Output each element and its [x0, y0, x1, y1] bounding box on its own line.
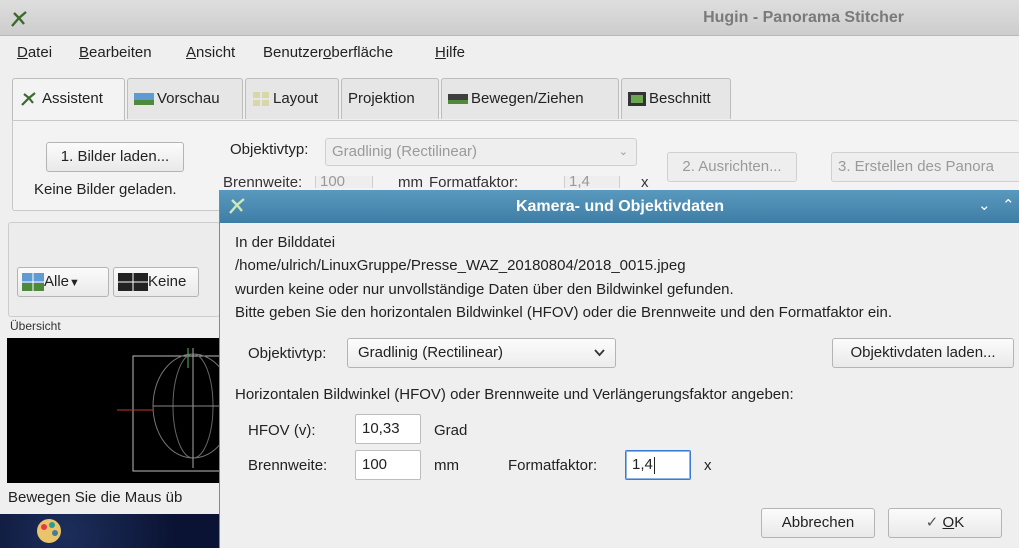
- move-drag-icon: [448, 94, 468, 105]
- tab-layout[interactable]: Layout: [245, 78, 339, 119]
- tab-beschnitt[interactable]: Beschnitt: [621, 78, 731, 119]
- menu-ansicht[interactable]: Ansicht: [186, 44, 235, 61]
- maximize-icon[interactable]: ⌃: [1002, 196, 1015, 214]
- overview-label: Übersicht: [10, 319, 61, 333]
- tab-label: Layout: [273, 90, 319, 107]
- overview-canvas[interactable]: [7, 338, 220, 483]
- lens-type-select[interactable]: Gradlinig (Rectilinear) ⌄: [325, 138, 637, 166]
- tab-label: Bewegen/Ziehen: [471, 90, 584, 107]
- grid-icon: [22, 273, 44, 292]
- dropdown-arrow-icon: ▼: [69, 277, 80, 289]
- main-titlebar[interactable]: Hugin - Panorama Stitcher: [0, 0, 1019, 36]
- select-none-label: Keine: [148, 273, 187, 290]
- grid-dark-icon: [118, 273, 148, 292]
- minimize-icon[interactable]: ⌄: [978, 196, 991, 214]
- tab-label: Vorschau: [157, 90, 220, 107]
- dialog-focal-unit: mm: [434, 457, 459, 474]
- crop-input[interactable]: 1,4: [564, 176, 620, 188]
- menu-hilfe[interactable]: Hilfe: [435, 44, 465, 61]
- ok-label-mnemonic: O: [942, 514, 955, 531]
- select-all-label: Alle: [44, 273, 70, 290]
- hugin-icon: [21, 92, 36, 106]
- no-images-label: Keine Bilder geladen.: [34, 181, 177, 198]
- crop-icon: [628, 92, 646, 107]
- text-cursor: [653, 456, 655, 474]
- dialog-crop-label: Formatfaktor:: [508, 457, 598, 474]
- lens-type-label: Objektivtyp:: [230, 141, 309, 158]
- crop-value: 1,4: [632, 456, 653, 473]
- check-icon: ✓: [925, 514, 939, 531]
- ok-button[interactable]: ✓ OK: [888, 508, 1002, 538]
- dialog-crop-input[interactable]: 1,4: [625, 450, 691, 480]
- crop-label: Formatfaktor:: [429, 176, 519, 188]
- select-all-button[interactable]: Alle▼: [17, 267, 109, 297]
- ok-label-rest: K: [954, 514, 965, 531]
- menu-datei[interactable]: Datei: [17, 44, 52, 61]
- dialog-titlebar[interactable]: Kamera- und Objektivdaten ⌄ ⌃: [220, 190, 1019, 223]
- select-none-button[interactable]: Keine: [113, 267, 199, 297]
- focal-unit: mm: [398, 176, 423, 188]
- align-button[interactable]: 2. Ausrichten...: [667, 152, 797, 182]
- tab-bar: Assistent Vorschau Layout Projektion Bew…: [0, 78, 1019, 122]
- tab-label: Assistent: [42, 90, 103, 107]
- camera-lens-dialog: Kamera- und Objektivdaten ⌄ ⌃ In der Bil…: [219, 190, 1019, 548]
- hfov-section-label: Horizontalen Bildwinkel (HFOV) oder Bren…: [235, 386, 794, 403]
- create-panorama-button[interactable]: 3. Erstellen des Panora: [831, 152, 1019, 182]
- layout-icon: [253, 92, 269, 107]
- hfov-input[interactable]: 10,33: [355, 414, 421, 444]
- load-lens-data-button[interactable]: Objektivdaten laden...: [832, 338, 1014, 368]
- tab-assistent[interactable]: Assistent: [12, 78, 125, 122]
- dialog-lens-type-label: Objektivtyp:: [248, 345, 327, 362]
- image-selection-box: Alle▼ Keine: [8, 222, 220, 317]
- cancel-button[interactable]: Abbrechen: [761, 508, 875, 538]
- load-images-button[interactable]: 1. Bilder laden...: [46, 142, 184, 172]
- taskbar-strip: [0, 514, 220, 548]
- crop-unit: x: [641, 176, 649, 188]
- focal-row-clipped: Brennweite: 100 mm Formatfaktor: 1,4 x: [223, 176, 653, 188]
- hfov-label: HFOV (v):: [248, 422, 316, 439]
- app-title: Hugin - Panorama Stitcher: [703, 9, 904, 26]
- tab-vorschau[interactable]: Vorschau: [127, 78, 243, 119]
- hfov-unit: Grad: [434, 422, 468, 439]
- sphere-preview-icon: [117, 348, 220, 472]
- palette-icon[interactable]: [34, 516, 64, 546]
- menubar: Datei Bearbeiten Ansicht Benutzeroberflä…: [0, 36, 1019, 70]
- panorama-preview-icon: [134, 93, 154, 106]
- tab-bewegen-ziehen[interactable]: Bewegen/Ziehen: [441, 78, 619, 119]
- dialog-lens-type-select[interactable]: Gradlinig (Rectilinear): [347, 338, 616, 368]
- dialog-crop-unit: x: [704, 457, 712, 474]
- menu-bearbeiten[interactable]: Bearbeiten: [79, 44, 152, 61]
- chevron-down-icon: [594, 349, 605, 357]
- message-line-3: wurden keine oder nur unvollständige Dat…: [235, 281, 734, 298]
- dialog-focal-input[interactable]: 100: [355, 450, 421, 480]
- message-line-2: /home/ulrich/LinuxGruppe/Presse_WAZ_2018…: [235, 257, 686, 274]
- dialog-title: Kamera- und Objektivdaten: [515, 198, 725, 215]
- tab-label: Beschnitt: [649, 90, 711, 107]
- focal-label: Brennweite:: [223, 176, 303, 188]
- status-text: Bewegen Sie die Maus üb: [8, 489, 183, 506]
- menu-benutzeroberflaeche[interactable]: Benutzeroberfläche: [263, 44, 393, 61]
- message-line-4: Bitte geben Sie den horizontalen Bildwin…: [235, 304, 893, 321]
- tab-label: Projektion: [348, 90, 415, 107]
- lens-type-value: Gradlinig (Rectilinear): [332, 143, 478, 160]
- dialog-focal-label: Brennweite:: [248, 457, 328, 474]
- focal-input[interactable]: 100: [315, 176, 373, 188]
- chevron-down-icon: ⌄: [618, 146, 628, 158]
- dialog-lens-type-value: Gradlinig (Rectilinear): [358, 344, 504, 361]
- message-line-1: In der Bilddatei: [235, 234, 336, 251]
- tab-projektion[interactable]: Projektion: [341, 78, 439, 119]
